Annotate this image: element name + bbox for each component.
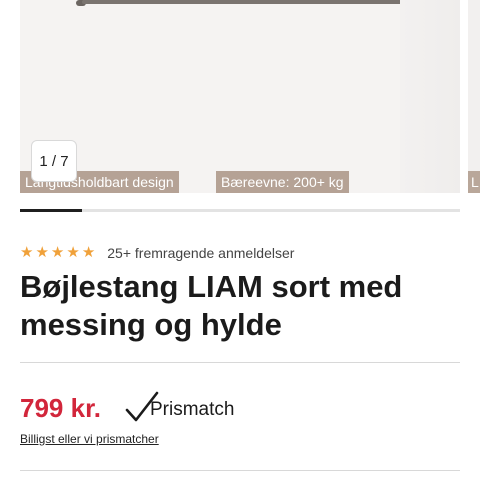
divider — [20, 470, 460, 471]
star-icon: ★ — [20, 244, 34, 261]
divider — [20, 362, 460, 363]
product-title: Bøjlestang LIAM sort med messing og hyld… — [20, 269, 403, 342]
star-icon: ★ — [66, 244, 80, 261]
feature-tag-next: L — [468, 171, 480, 193]
prismatch-badge: Prismatch — [124, 388, 234, 424]
product-image-gallery[interactable]: Langtidsholdbart design Bæreevne: 200+ k… — [0, 0, 480, 195]
star-icon: ★ — [50, 244, 65, 261]
clothes-rod — [82, 0, 432, 4]
image-counter: 1 / 7 — [31, 140, 77, 182]
star-rating: ★ ★ ★ ★ ★ — [20, 244, 95, 262]
gallery-progress — [20, 209, 460, 212]
star-icon: ★ — [35, 244, 49, 261]
star-icon: ★ — [81, 244, 96, 261]
product-price: 799 kr. — [20, 393, 101, 423]
feature-tag-capacity: Bæreevne: 200+ kg — [216, 171, 349, 193]
next-product-photo[interactable] — [468, 0, 480, 193]
wall-corner — [400, 0, 460, 193]
reviews-count[interactable]: 25+ fremragende anmeldelser — [107, 245, 294, 261]
product-photo[interactable] — [20, 0, 460, 193]
prismatch-label: Prismatch — [150, 399, 235, 420]
rating-row[interactable]: ★ ★ ★ ★ ★ 25+ fremragende anmeldelser — [20, 244, 294, 262]
gallery-progress-fill — [20, 209, 82, 212]
prismatch-link[interactable]: Billigst eller vi prismatcher — [20, 432, 159, 446]
